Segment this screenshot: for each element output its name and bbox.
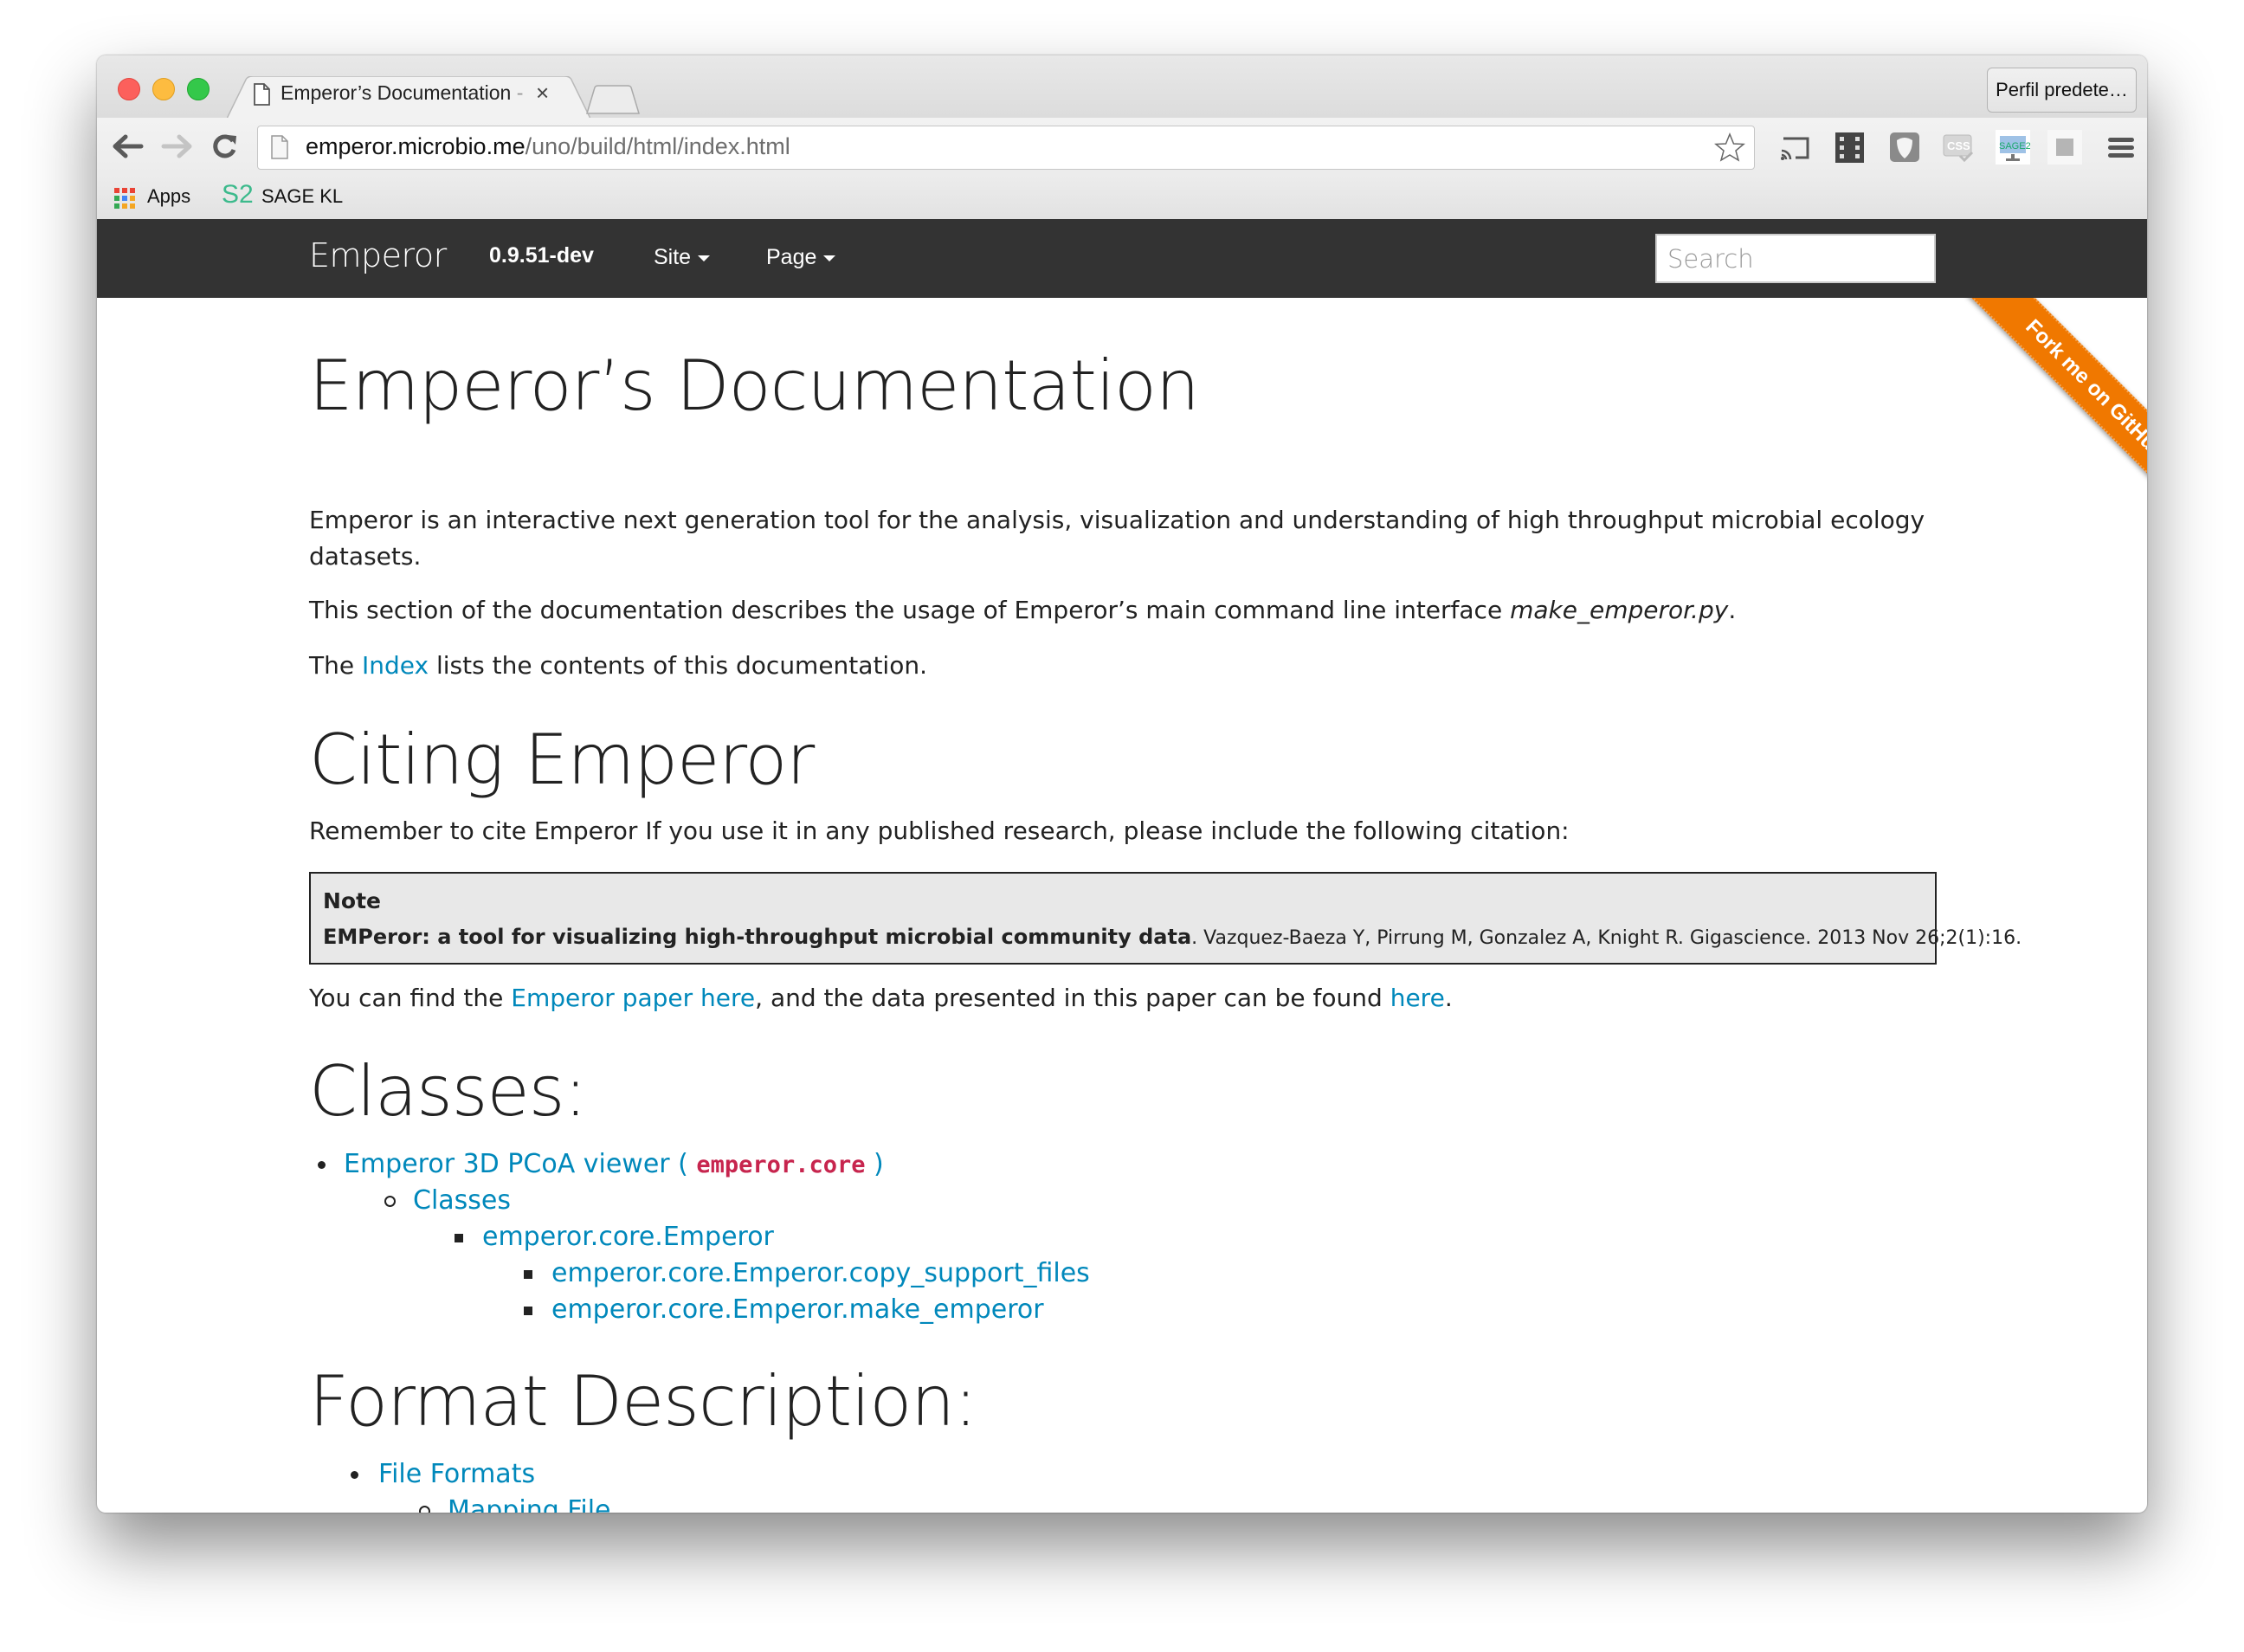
note-citation: EMPeror: a tool for visualizing high-thr… [323,919,2022,957]
tab-title-text: Emperor’s Documentation [280,81,512,104]
index-paragraph: The Index lists the contents of this doc… [309,648,1937,684]
list-item: Mapping File [419,1493,610,1513]
index-text-post: lists the contents of this documentation… [429,651,927,680]
shield-extension-icon[interactable] [1887,130,1922,165]
tab-title[interactable]: Emperor’s Documentation - [280,81,523,105]
page-icon [254,83,270,106]
citation-text: . Vazquez-Baeza Y, Pirrung M, Gonzalez A… [1191,927,2022,949]
paper-title: EMPeror: a tool for visualizing high-thr… [323,925,1192,949]
reload-icon[interactable] [212,133,238,159]
bullet-square [524,1307,532,1315]
bookmark-star-icon[interactable] [1714,132,1745,162]
github-ribbon-text[interactable]: Fork me on GitHub [1957,298,2147,528]
list-item: emperor.core.Emperor [455,1219,774,1255]
brand-link[interactable]: Emperor [309,236,447,274]
intro-paragraph: Emperor is an interactive next generatio… [309,506,1925,571]
citation-note: Note EMPeror: a tool for visualizing hig… [309,872,2022,965]
caret-down-icon [823,255,836,261]
find-text-post: . [1444,984,1453,1012]
paper-data-link[interactable]: here [1390,984,1445,1012]
blank-extension-icon[interactable] [2047,130,2082,165]
site-navbar: Emperor 0.9.51-dev Site Page [97,219,2147,298]
bullet-disc [351,1471,358,1479]
minimize-window-button[interactable] [152,78,175,100]
classes-link[interactable]: Classes [413,1185,511,1216]
make-emperor-link[interactable]: emperor.core.Emperor.make_emperor [551,1294,1044,1325]
zoom-window-button[interactable] [187,78,210,100]
paper-links-paragraph: You can find the Emperor paper here, and… [309,980,1937,1016]
list-item: File Formats [351,1456,535,1493]
new-tab-button[interactable] [586,85,640,114]
link-text-close: ) [865,1149,884,1179]
sage2-extension-icon[interactable]: SAGE2 [1996,130,2030,165]
bookmark-apps[interactable]: Apps [147,185,190,208]
search-input[interactable] [1655,234,1936,283]
format-heading: Format Description: [309,1361,977,1442]
file-formats-link[interactable]: File Formats [378,1459,535,1489]
tab-bar: Emperor’s Documentation - × Perfil prede… [97,55,2147,119]
bookmark-sage-kl[interactable]: SAGE KL [261,185,343,208]
list-item: Classes [384,1183,511,1219]
profile-button[interactable]: Perfil predete… [1987,68,2137,113]
find-text-mid: , and the data presented in this paper c… [755,984,1390,1012]
find-text-pre: You can find the [309,984,512,1012]
index-text-pre: The [309,651,362,680]
note-title: Note [323,888,382,913]
github-ribbon[interactable]: Fork me on GitHub [1913,298,2147,532]
url-host: emperor.microbio.me [306,133,526,159]
usage-command: make_emperor.py [1510,596,1729,624]
film-icon[interactable] [1832,130,1867,165]
list-item: Emperor 3D PCoA viewer ( emperor.core ) [318,1146,884,1184]
index-link[interactable]: Index [362,651,429,680]
page-icon [271,135,288,159]
forward-icon[interactable] [161,133,192,159]
back-icon[interactable] [113,133,144,159]
list-item: emperor.core.Emperor.copy_support_files [524,1255,1090,1292]
svg-text:SAGE2: SAGE2 [1999,141,2030,152]
emperor-class-link[interactable]: emperor.core.Emperor [482,1222,774,1252]
citing-paragraph: Remember to cite Emperor If you use it i… [309,816,1570,845]
link-text: Emperor 3D PCoA viewer ( [344,1149,697,1179]
mapping-file-link[interactable]: Mapping File [448,1495,610,1513]
css-validator-icon[interactable]: CSS [1941,130,1976,165]
bullet-disc [318,1161,326,1169]
bullet-square [524,1270,532,1279]
bullet-square [455,1234,463,1242]
bullet-circle [384,1196,396,1207]
sage2-logo-icon: S2 [222,180,254,210]
menu-hamburger-icon[interactable] [2104,130,2138,165]
citing-heading: Citing Emperor [309,720,815,800]
tab-title-fade: - [511,81,524,104]
url-path: /uno/build/html/index.html [525,133,790,159]
address-bar[interactable]: emperor.microbio.me/uno/build/html/index… [257,126,1755,170]
page-menu[interactable]: Page [766,245,836,270]
svg-text:CSS: CSS [1947,139,1970,152]
module-code: emperor.core [696,1152,866,1178]
usage-period: . [1728,596,1737,624]
site-menu[interactable]: Site [654,245,711,270]
tab-close-icon[interactable]: × [536,80,549,106]
browser-window: Emperor’s Documentation - × Perfil prede… [97,55,2147,1513]
caret-down-icon [698,255,711,261]
emperor-paper-link[interactable]: Emperor paper here [511,984,755,1012]
version-label[interactable]: 0.9.51-dev [489,243,594,268]
usage-text: This section of the documentation descri… [309,596,1511,624]
copy-support-files-link[interactable]: emperor.core.Emperor.copy_support_files [551,1258,1090,1288]
page-title: Emperor’s Documentation [309,345,1200,426]
url-text: emperor.microbio.me/uno/build/html/index… [306,133,790,160]
bookmarks-bar [97,176,2147,220]
list-item: emperor.core.Emperor.make_emperor [524,1292,1044,1328]
close-window-button[interactable] [118,78,140,100]
page-menu-label: Page [766,245,817,269]
emperor-core-link[interactable]: Emperor 3D PCoA viewer ( emperor.core ) [344,1149,884,1179]
bullet-circle [419,1506,430,1513]
sage2-logo-text: S2 [222,180,254,209]
classes-heading: Classes: [309,1051,587,1132]
usage-paragraph: This section of the documentation descri… [309,592,1937,629]
apps-grid-icon[interactable] [114,188,137,210]
cast-icon[interactable] [1778,130,1813,165]
site-menu-label: Site [654,245,692,269]
